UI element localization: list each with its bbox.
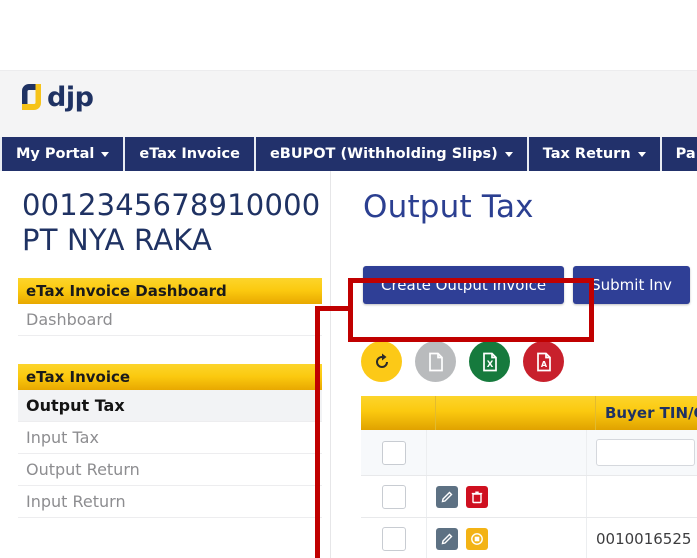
annotation-highlight-box xyxy=(348,278,594,342)
nav-item-my-portal[interactable]: My Portal xyxy=(0,137,126,171)
output-tax-table: Buyer TIN/Ot xyxy=(361,396,697,558)
nav-item-payment-label: Pa xyxy=(675,146,696,162)
row-actions-cell xyxy=(427,518,587,558)
table-header-row: Buyer TIN/Ot xyxy=(361,396,697,430)
sidebar: 0012345678910000 PT NYA RAKA eTax Invoic… xyxy=(0,171,331,558)
page-top-whitespace xyxy=(0,0,697,70)
sidebar-item-dashboard[interactable]: Dashboard xyxy=(18,304,322,336)
table-filter-row xyxy=(361,430,697,476)
svg-text:A: A xyxy=(540,360,547,369)
excel-export-icon[interactable]: X xyxy=(469,341,510,382)
brand-logo-text: djp xyxy=(47,82,94,113)
table-row[interactable]: 0010016525 xyxy=(361,518,697,558)
nav-item-ebupot[interactable]: eBUPOT (Withholding Slips) xyxy=(256,137,529,171)
row-select-cell xyxy=(361,476,427,517)
nav-item-my-portal-label: My Portal xyxy=(16,146,95,162)
page-title: Output Tax xyxy=(363,189,534,225)
nav-item-ebupot-label: eBUPOT (Withholding Slips) xyxy=(269,146,498,162)
organization-tin: 0012345678910000 xyxy=(22,188,321,222)
row-actions-cell xyxy=(427,476,587,517)
document-icon[interactable] xyxy=(415,341,456,382)
nav-item-etax-invoice[interactable]: eTax Invoice xyxy=(125,137,256,171)
chevron-down-icon xyxy=(101,151,110,157)
table-row[interactable] xyxy=(361,476,697,518)
sidebar-item-output-return[interactable]: Output Return xyxy=(18,454,322,486)
select-all-checkbox[interactable] xyxy=(381,440,406,465)
row-checkbox[interactable] xyxy=(381,526,406,551)
sidebar-item-input-return[interactable]: Input Return xyxy=(18,486,322,518)
filter-buyer-tin-cell xyxy=(587,430,697,475)
row-buyer-tin xyxy=(587,476,697,517)
row-checkbox[interactable] xyxy=(381,484,406,509)
nav-item-tax-return-label: Tax Return xyxy=(542,146,631,162)
column-header-buyer-tin: Buyer TIN/Ot xyxy=(596,396,697,430)
pdf-export-icon[interactable]: A xyxy=(523,341,564,382)
sidebar-group-etax-invoice-heading: eTax Invoice xyxy=(18,364,322,390)
annotation-connector-vertical xyxy=(315,306,320,558)
sidebar-group-dashboard: eTax Invoice Dashboard Dashboard xyxy=(0,278,330,336)
organization-name: PT NYA RAKA xyxy=(22,223,212,257)
page-body: 0012345678910000 PT NYA RAKA eTax Invoic… xyxy=(0,171,697,558)
chevron-down-icon xyxy=(504,151,513,157)
main-navigation-bar: My Portal eTax Invoice eBUPOT (Withholdi… xyxy=(0,137,697,171)
chevron-down-icon xyxy=(637,151,646,157)
nav-item-etax-invoice-label: eTax Invoice xyxy=(139,146,240,162)
main-content: Output Tax Create Output Invoice Submit … xyxy=(331,171,697,558)
svg-text:X: X xyxy=(486,360,493,370)
sidebar-group-etax-invoice: eTax Invoice Output Tax Input Tax Output… xyxy=(0,364,330,518)
nav-item-payment[interactable]: Pa xyxy=(662,137,697,171)
filter-actions-cell xyxy=(427,430,587,475)
application-root: djp My Portal eTax Invoice eBUPOT (Withh… xyxy=(0,0,697,558)
row-buyer-tin: 0010016525 xyxy=(587,518,697,558)
column-header-actions xyxy=(436,396,596,430)
column-header-select xyxy=(361,396,436,430)
refresh-icon[interactable] xyxy=(361,341,402,382)
row-select-cell xyxy=(361,518,427,558)
nav-item-tax-return[interactable]: Tax Return xyxy=(529,137,662,171)
brand-header: djp xyxy=(0,70,697,138)
edit-icon[interactable] xyxy=(436,485,458,508)
sidebar-item-output-tax[interactable]: Output Tax xyxy=(18,390,322,422)
sidebar-item-input-tax[interactable]: Input Tax xyxy=(18,422,322,454)
buyer-tin-filter-input[interactable] xyxy=(596,439,695,466)
select-all-cell xyxy=(361,430,427,475)
table-toolbar: X A xyxy=(361,341,564,382)
delete-icon[interactable] xyxy=(466,485,488,508)
edit-icon[interactable] xyxy=(436,527,458,550)
annotation-connector-horizontal xyxy=(315,306,351,311)
sidebar-group-dashboard-heading: eTax Invoice Dashboard xyxy=(18,278,322,304)
djp-square-logo-icon xyxy=(18,84,45,111)
brand-logo[interactable]: djp xyxy=(18,82,94,113)
status-icon[interactable] xyxy=(466,527,488,550)
